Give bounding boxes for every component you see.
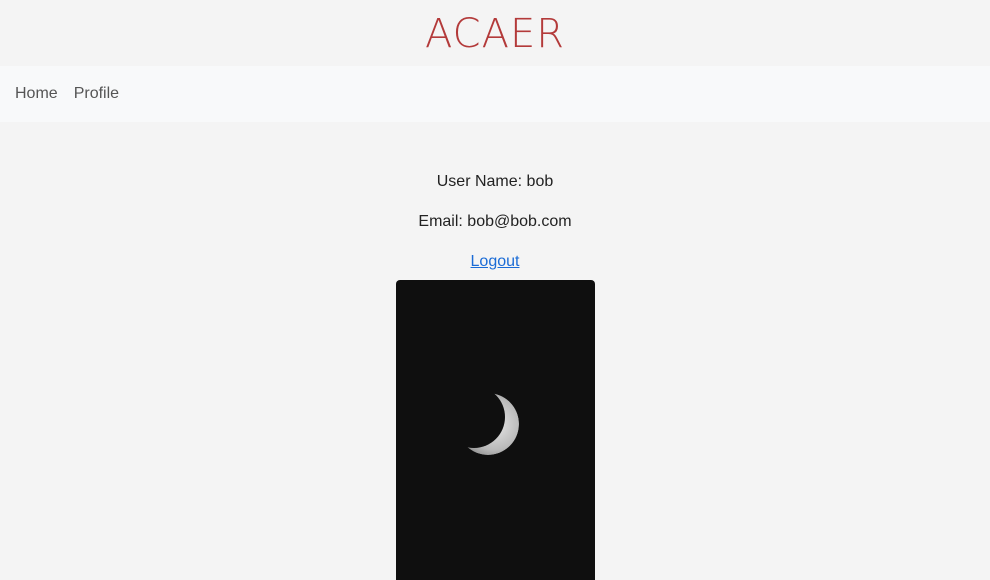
brand-header: ACAER xyxy=(0,0,990,66)
nav-link-profile[interactable]: Profile xyxy=(74,85,119,103)
crescent-moon-icon xyxy=(456,393,519,455)
nav-link-home[interactable]: Home xyxy=(15,85,58,103)
logout-link[interactable]: Logout xyxy=(471,252,520,272)
brand-logo[interactable]: ACAER xyxy=(425,11,565,57)
profile-section: User Name: bob Email: bob@bob.com Logout xyxy=(0,122,990,580)
email-text: Email: bob@bob.com xyxy=(418,213,572,230)
navbar: Home Profile xyxy=(0,66,990,122)
profile-photo xyxy=(395,280,595,580)
username-text: User Name: bob xyxy=(436,173,554,190)
